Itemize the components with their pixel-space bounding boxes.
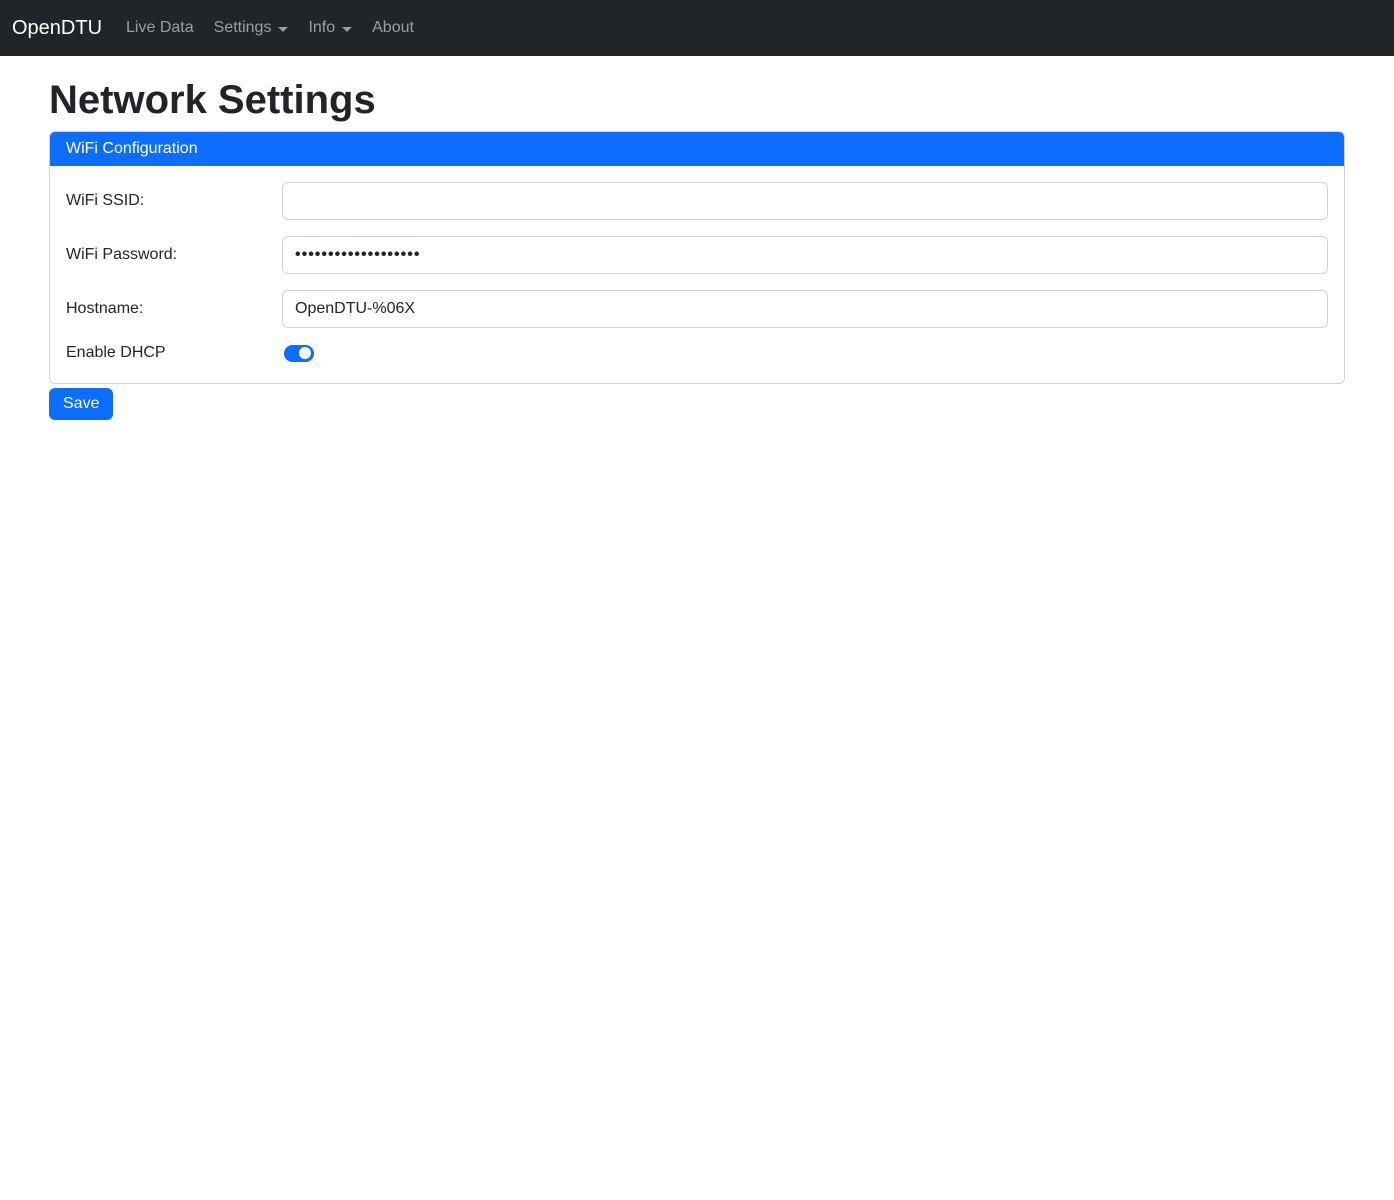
top-navbar: OpenDTU Live Data Settings Info xyxy=(0,0,1394,56)
wifi-password-label: WiFi Password: xyxy=(66,246,282,264)
navbar-menu: Live Data Settings Info About xyxy=(118,11,426,45)
nav-item-live-data-label: Live Data xyxy=(126,19,194,37)
nav-item-live-data[interactable]: Live Data xyxy=(118,11,202,45)
chevron-down-icon xyxy=(278,27,288,32)
form-row-wifi-password: WiFi Password: xyxy=(66,236,1328,274)
nav-item-settings[interactable]: Settings xyxy=(206,11,297,45)
card-body: WiFi SSID: WiFi Password: Hostname: Enab… xyxy=(50,166,1344,383)
form-row-hostname: Hostname: xyxy=(66,290,1328,328)
enable-dhcp-switch-wrap xyxy=(282,345,1328,362)
nav-item-info[interactable]: Info xyxy=(300,11,360,45)
page: OpenDTU Live Data Settings Info xyxy=(0,0,1394,1200)
page-title: Network Settings xyxy=(49,77,1345,123)
card-header: WiFi Configuration xyxy=(50,132,1344,166)
wifi-configuration-card: WiFi Configuration WiFi SSID: WiFi Passw… xyxy=(49,131,1345,384)
toggle-knob xyxy=(299,347,311,359)
enable-dhcp-label: Enable DHCP xyxy=(66,344,282,362)
nav-item-about[interactable]: About xyxy=(364,11,422,45)
save-button[interactable]: Save xyxy=(49,388,113,420)
main-container: Network Settings WiFi Configuration WiFi… xyxy=(37,77,1357,420)
enable-dhcp-toggle[interactable] xyxy=(284,345,314,362)
nav-item-info-label: Info xyxy=(308,19,335,37)
form-row-enable-dhcp: Enable DHCP xyxy=(66,344,1328,362)
hostname-label: Hostname: xyxy=(66,300,282,318)
chevron-down-icon xyxy=(342,27,352,32)
wifi-password-input[interactable] xyxy=(282,236,1328,274)
hostname-input[interactable] xyxy=(282,290,1328,328)
brand-opendtu[interactable]: OpenDTU xyxy=(12,13,102,44)
wifi-ssid-input[interactable] xyxy=(282,182,1328,220)
nav-item-about-label: About xyxy=(372,19,414,37)
wifi-ssid-label: WiFi SSID: xyxy=(66,192,282,210)
nav-item-settings-label: Settings xyxy=(214,19,272,37)
form-row-wifi-ssid: WiFi SSID: xyxy=(66,182,1328,220)
